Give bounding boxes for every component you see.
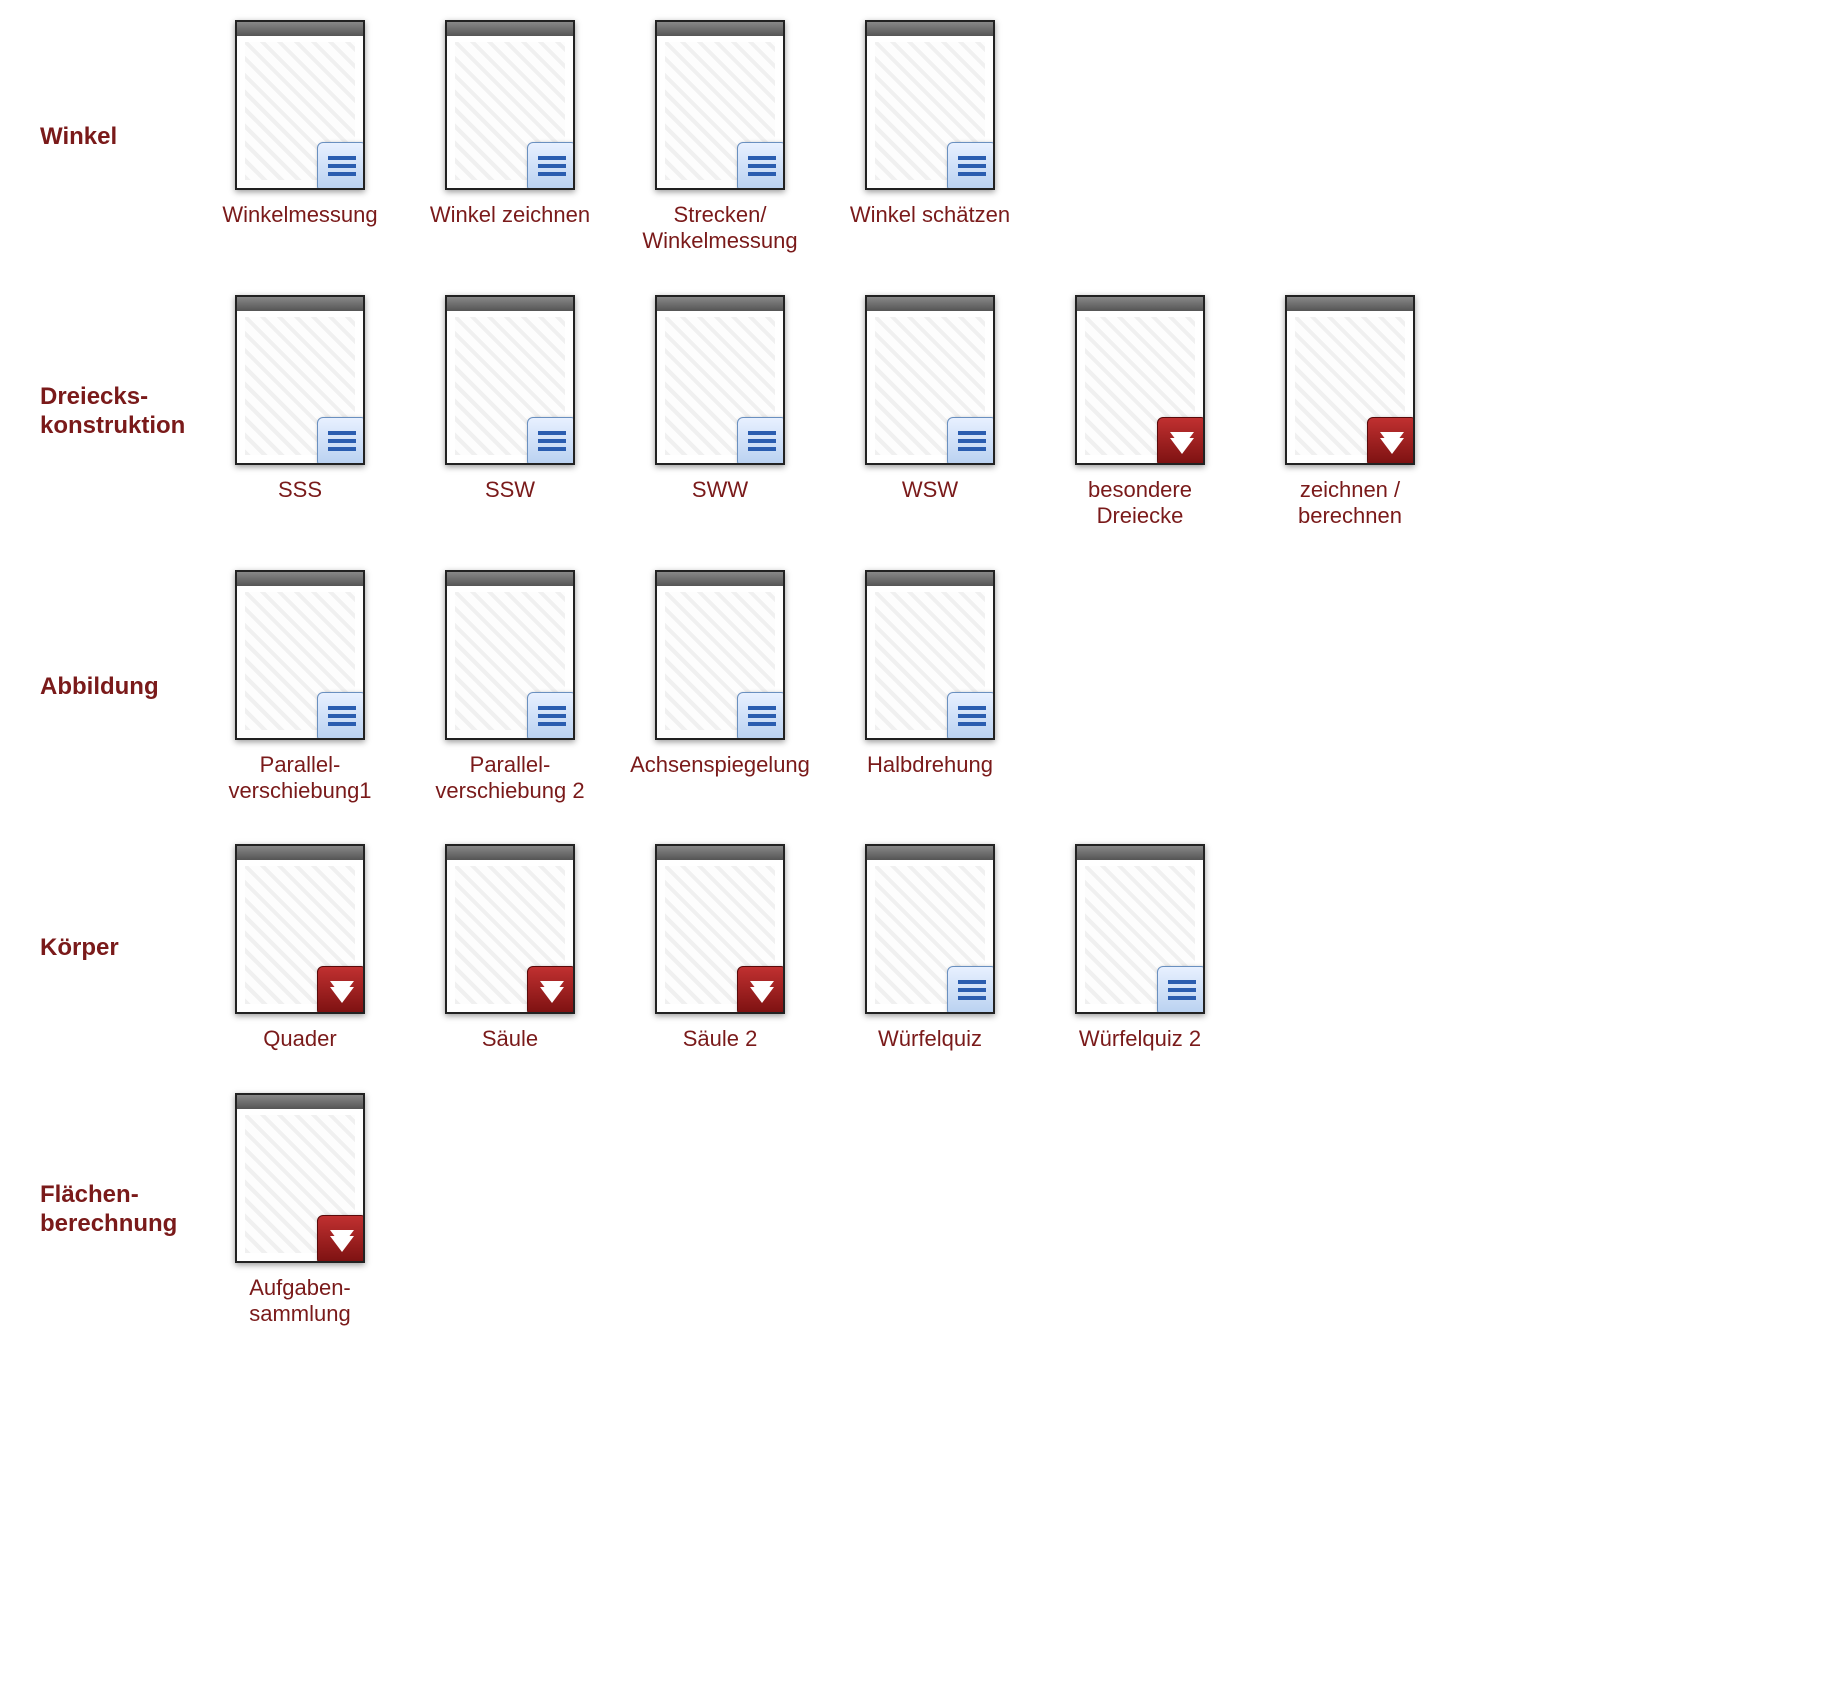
item-list: Aufgaben-sammlung: [210, 1093, 1800, 1328]
worksheet-thumbnail[interactable]: [235, 844, 365, 1014]
worksheet-item[interactable]: Aufgaben-sammlung: [210, 1093, 390, 1328]
worksheet-caption: Säule: [482, 1026, 538, 1052]
word-icon: [737, 692, 785, 740]
pdf-icon: [317, 1215, 365, 1263]
worksheet-item[interactable]: Quader: [210, 844, 390, 1052]
worksheet-item[interactable]: zeichnen /berechnen: [1260, 295, 1440, 530]
category-label: Abbildung: [40, 673, 210, 702]
category-row: Flächen-berechnung Aufgaben-sammlung: [40, 1093, 1800, 1328]
item-list: Winkelmessung Winkel zeichnen Strecken/Win…: [210, 20, 1800, 255]
word-icon: [317, 417, 365, 465]
worksheet-item[interactable]: Achsenspiegelung: [630, 570, 810, 805]
category-label: Körper: [40, 934, 210, 963]
worksheet-thumbnail[interactable]: [235, 20, 365, 190]
item-list: Quader Säule Säule 2 Würfelquiz Würfelquiz 2: [210, 844, 1800, 1052]
category-label: Dreiecks-konstruktion: [40, 383, 210, 441]
worksheet-thumbnail[interactable]: [445, 295, 575, 465]
worksheet-item[interactable]: WSW: [840, 295, 1020, 530]
worksheet-caption: Parallel-verschiebung 2: [435, 752, 584, 805]
word-icon: [1157, 966, 1205, 1014]
category-label: Winkel: [40, 123, 210, 152]
worksheet-item[interactable]: SSS: [210, 295, 390, 530]
word-icon: [527, 142, 575, 190]
worksheet-caption: Parallel-verschiebung1: [228, 752, 371, 805]
worksheet-thumbnail[interactable]: [865, 844, 995, 1014]
worksheet-caption: SSW: [485, 477, 535, 503]
item-list: SSS SSW SWW WSW besondereDreiecke zeichnen /b…: [210, 295, 1800, 530]
category-label: Flächen-berechnung: [40, 1181, 210, 1239]
worksheet-thumbnail[interactable]: [1285, 295, 1415, 465]
worksheet-caption: Würfelquiz: [878, 1026, 982, 1052]
category-row: Dreiecks-konstruktion SSS SSW SWW WSW besonde…: [40, 295, 1800, 530]
worksheet-item[interactable]: SSW: [420, 295, 600, 530]
worksheet-item[interactable]: Winkelmessung: [210, 20, 390, 255]
worksheet-item[interactable]: Halbdrehung: [840, 570, 1020, 805]
worksheet-thumbnail[interactable]: [235, 1093, 365, 1263]
worksheet-caption: besondereDreiecke: [1088, 477, 1192, 530]
worksheet-item[interactable]: Würfelquiz 2: [1050, 844, 1230, 1052]
worksheet-item[interactable]: Winkel schätzen: [840, 20, 1020, 255]
pdf-icon: [317, 966, 365, 1014]
item-list: Parallel-verschiebung1 Parallel-verschieb…: [210, 570, 1800, 805]
worksheet-thumbnail[interactable]: [865, 295, 995, 465]
worksheet-thumbnail[interactable]: [865, 20, 995, 190]
worksheet-item[interactable]: SWW: [630, 295, 810, 530]
worksheet-item[interactable]: Strecken/Winkelmessung: [630, 20, 810, 255]
worksheet-thumbnail[interactable]: [445, 570, 575, 740]
worksheet-item[interactable]: Säule: [420, 844, 600, 1052]
worksheet-item[interactable]: Parallel-verschiebung 2: [420, 570, 600, 805]
worksheet-caption: Säule 2: [683, 1026, 758, 1052]
word-icon: [947, 692, 995, 740]
worksheet-caption: SSS: [278, 477, 322, 503]
worksheet-caption: WSW: [902, 477, 958, 503]
worksheet-grid: Winkel Winkelmessung Winkel zeichnen Streck…: [40, 20, 1800, 1328]
word-icon: [317, 142, 365, 190]
word-icon: [737, 417, 785, 465]
worksheet-caption: SWW: [692, 477, 748, 503]
worksheet-caption: Würfelquiz 2: [1079, 1026, 1201, 1052]
worksheet-caption: Quader: [263, 1026, 336, 1052]
word-icon: [947, 417, 995, 465]
word-icon: [947, 966, 995, 1014]
worksheet-thumbnail[interactable]: [655, 295, 785, 465]
worksheet-caption: Winkelmessung: [222, 202, 377, 228]
category-row: AbbildungParallel-verschiebung1Parallel-…: [40, 570, 1800, 805]
category-row: Winkel Winkelmessung Winkel zeichnen Streck…: [40, 20, 1800, 255]
worksheet-thumbnail[interactable]: [445, 20, 575, 190]
worksheet-thumbnail[interactable]: [235, 295, 365, 465]
worksheet-thumbnail[interactable]: [655, 570, 785, 740]
worksheet-thumbnail[interactable]: [655, 20, 785, 190]
pdf-icon: [1157, 417, 1205, 465]
worksheet-item[interactable]: Winkel zeichnen: [420, 20, 600, 255]
word-icon: [317, 692, 365, 740]
worksheet-item[interactable]: Parallel-verschiebung1: [210, 570, 390, 805]
worksheet-caption: Winkel zeichnen: [430, 202, 590, 228]
worksheet-caption: Halbdrehung: [867, 752, 993, 778]
worksheet-thumbnail[interactable]: [1075, 295, 1205, 465]
worksheet-thumbnail[interactable]: [235, 570, 365, 740]
pdf-icon: [527, 966, 575, 1014]
worksheet-caption: zeichnen /berechnen: [1298, 477, 1402, 530]
worksheet-thumbnail[interactable]: [655, 844, 785, 1014]
word-icon: [947, 142, 995, 190]
word-icon: [527, 417, 575, 465]
pdf-icon: [737, 966, 785, 1014]
worksheet-caption: Winkel schätzen: [850, 202, 1010, 228]
pdf-icon: [1367, 417, 1415, 465]
worksheet-caption: Achsenspiegelung: [630, 752, 810, 778]
word-icon: [737, 142, 785, 190]
worksheet-item[interactable]: besondereDreiecke: [1050, 295, 1230, 530]
worksheet-caption: Strecken/Winkelmessung: [642, 202, 797, 255]
worksheet-thumbnail[interactable]: [1075, 844, 1205, 1014]
worksheet-item[interactable]: Säule 2: [630, 844, 810, 1052]
category-row: Körper Quader Säule Säule 2 Würfelquiz Würfel…: [40, 844, 1800, 1052]
word-icon: [527, 692, 575, 740]
worksheet-thumbnail[interactable]: [445, 844, 575, 1014]
worksheet-thumbnail[interactable]: [865, 570, 995, 740]
worksheet-caption: Aufgaben-sammlung: [249, 1275, 351, 1328]
worksheet-item[interactable]: Würfelquiz: [840, 844, 1020, 1052]
